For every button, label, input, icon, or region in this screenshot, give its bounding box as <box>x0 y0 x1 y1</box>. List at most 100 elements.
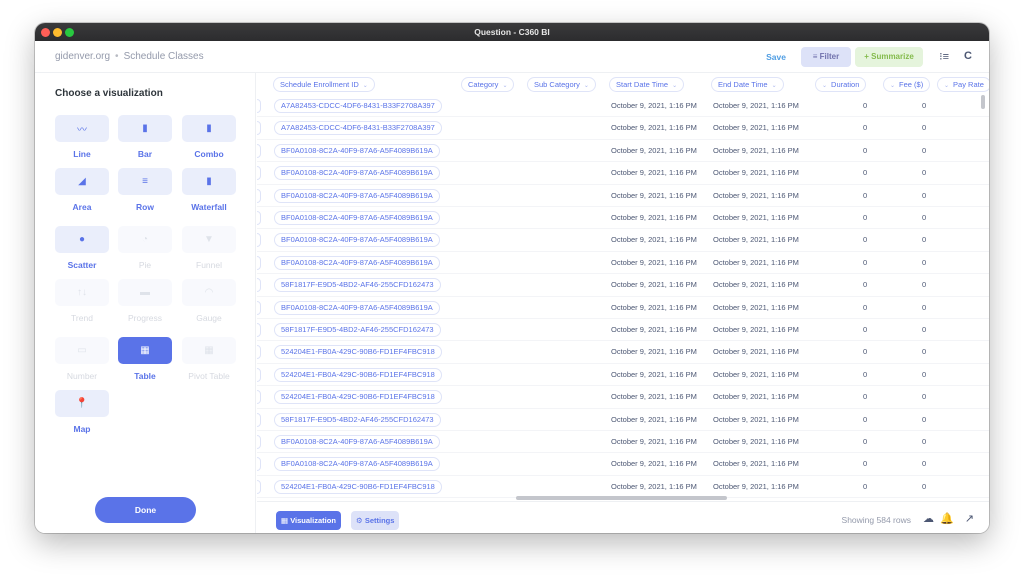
column-header-label: Duration <box>831 80 860 89</box>
viz-option-map[interactable]: 📍 Map <box>55 390 109 434</box>
viz-tile: ◔ <box>118 226 172 253</box>
enrollment-id-cell[interactable]: A7A82453-CDCC-4DF6-8431-B33F2708A397 <box>274 121 442 136</box>
enrollment-id-cell[interactable]: 58F1817F-E9D5-4BD2-AF46-255CFD162473 <box>274 323 441 337</box>
row-object-detail-handle[interactable] <box>257 211 261 225</box>
column-header-schedule-enrollment-id[interactable]: Schedule Enrollment ID ⌄ <box>273 77 375 92</box>
table-row[interactable]: BF0A0108-8C2A-40F9-87A6-A5F4089B619A Octo… <box>257 162 989 185</box>
filter-button[interactable]: ≡ Filter <box>801 47 851 67</box>
row-object-detail-handle[interactable] <box>257 278 261 293</box>
close-window-button[interactable] <box>41 27 50 37</box>
table-row[interactable]: BF0A0108-8C2A-40F9-87A6-A5F4089B619A Octo… <box>257 140 989 163</box>
table-row[interactable]: BF0A0108-8C2A-40F9-87A6-A5F4089B619A Octo… <box>257 229 989 252</box>
breadcrumb-database[interactable]: gidenver.org <box>55 51 110 62</box>
enrollment-id-cell[interactable]: BF0A0108-8C2A-40F9-87A6-A5F4089B619A <box>274 457 440 472</box>
enrollment-id-cell[interactable]: 524204E1-FB0A-429C-90B6-FD1EF4FBC918 <box>274 479 442 494</box>
enrollment-id-cell[interactable]: 524204E1-FB0A-429C-90B6-FD1EF4FBC918 <box>274 390 442 405</box>
row-object-detail-handle[interactable] <box>257 233 261 248</box>
enrollment-id-cell[interactable]: 524204E1-FB0A-429C-90B6-FD1EF4FBC918 <box>274 367 442 382</box>
notebook-editor-icon[interactable]: ⁝≡ <box>939 50 949 63</box>
row-object-detail-handle[interactable] <box>257 99 261 113</box>
viz-option-line[interactable]: 〰 Line <box>55 115 109 159</box>
column-header-fee[interactable]: ⌄ Fee ($) <box>883 77 931 92</box>
start-date-cell: October 9, 2021, 1:16 PM <box>611 459 697 469</box>
visualization-button[interactable]: ▦ Visualization <box>276 511 341 530</box>
enrollment-id-cell[interactable]: BF0A0108-8C2A-40F9-87A6-A5F4089B619A <box>274 233 440 248</box>
enrollment-id-cell[interactable]: BF0A0108-8C2A-40F9-87A6-A5F4089B619A <box>274 300 440 315</box>
row-object-detail-handle[interactable] <box>257 121 261 136</box>
enrollment-id-cell[interactable]: BF0A0108-8C2A-40F9-87A6-A5F4089B619A <box>274 435 440 449</box>
enrollment-id-cell[interactable]: BF0A0108-8C2A-40F9-87A6-A5F4089B619A <box>274 188 440 203</box>
row-object-detail-handle[interactable] <box>257 255 261 270</box>
row-object-detail-handle[interactable] <box>257 435 261 449</box>
enrollment-id-cell[interactable]: 58F1817F-E9D5-4BD2-AF46-255CFD162473 <box>274 278 441 293</box>
row-object-detail-handle[interactable] <box>257 390 261 405</box>
column-header-label: Sub Category <box>534 80 580 89</box>
table-row[interactable]: A7A82453-CDCC-4DF6-8431-B33F2708A397 Octo… <box>257 117 989 140</box>
viz-option-area[interactable]: ◢ Area <box>55 168 109 212</box>
waterfall-chart-icon: ▮ <box>206 176 212 187</box>
row-object-detail-handle[interactable] <box>257 367 261 382</box>
map-chart-icon: 📍 <box>75 398 89 409</box>
enrollment-id-cell[interactable]: 524204E1-FB0A-429C-90B6-FD1EF4FBC918 <box>274 345 442 360</box>
viz-option-row[interactable]: ≡ Row <box>118 168 172 212</box>
table-row[interactable]: A7A82453-CDCC-4DF6-8431-B33F2708A397 Octo… <box>257 95 989 118</box>
enrollment-id-cell[interactable]: BF0A0108-8C2A-40F9-87A6-A5F4089B619A <box>274 255 440 270</box>
viz-option-combo[interactable]: ▮ Combo <box>182 115 236 159</box>
table-row[interactable]: 58F1817F-E9D5-4BD2-AF46-255CFD162473 Octo… <box>257 274 989 297</box>
table-row[interactable]: 58F1817F-E9D5-4BD2-AF46-255CFD162473 Octo… <box>257 409 989 431</box>
vertical-scrollbar[interactable] <box>981 95 985 109</box>
row-object-detail-handle[interactable] <box>257 188 261 203</box>
expand-icon[interactable]: ↗ <box>965 512 974 525</box>
breadcrumb-table[interactable]: Schedule Classes <box>124 51 204 62</box>
table-row[interactable]: BF0A0108-8C2A-40F9-87A6-A5F4089B619A Octo… <box>257 297 989 319</box>
bell-icon[interactable]: 🔔 <box>940 512 954 525</box>
table-row[interactable]: BF0A0108-8C2A-40F9-87A6-A5F4089B619A Octo… <box>257 207 989 230</box>
column-header-sub-category[interactable]: Sub Category ⌄ <box>527 77 596 92</box>
save-button[interactable]: Save <box>766 52 786 62</box>
column-header-start-date-time[interactable]: Start Date Time ⌄ <box>609 77 685 92</box>
table-row[interactable]: BF0A0108-8C2A-40F9-87A6-A5F4089B619A Octo… <box>257 431 989 454</box>
duration-cell: 0 <box>863 414 868 424</box>
column-header-category[interactable]: Category ⌄ <box>461 77 515 92</box>
row-object-detail-handle[interactable] <box>257 166 261 181</box>
column-header-pay-rate[interactable]: ⌄ Pay Rate <box>937 77 989 92</box>
horizontal-scrollbar[interactable] <box>516 496 727 500</box>
enrollment-id-cell[interactable]: 58F1817F-E9D5-4BD2-AF46-255CFD162473 <box>274 412 441 427</box>
row-object-detail-handle[interactable] <box>257 412 261 427</box>
table-row[interactable]: 524204E1-FB0A-429C-90B6-FD1EF4FBC918 Octo… <box>257 341 989 364</box>
summarize-button[interactable]: + Summarize <box>855 47 923 67</box>
enrollment-id-cell[interactable]: A7A82453-CDCC-4DF6-8431-B33F2708A397 <box>274 99 442 113</box>
done-button[interactable]: Done <box>95 497 196 523</box>
settings-button[interactable]: ⚙ Settings <box>351 511 400 530</box>
enrollment-id-cell[interactable]: BF0A0108-8C2A-40F9-87A6-A5F4089B619A <box>274 211 440 225</box>
fee-cell: 0 <box>922 235 927 245</box>
viz-option-bar[interactable]: ▮ Bar <box>118 115 172 159</box>
viz-option-waterfall[interactable]: ▮ Waterfall <box>182 168 236 212</box>
duration-cell: 0 <box>863 190 868 200</box>
table-row[interactable]: BF0A0108-8C2A-40F9-87A6-A5F4089B619A Octo… <box>257 453 989 476</box>
table-row[interactable]: 524204E1-FB0A-429C-90B6-FD1EF4FBC918 Octo… <box>257 476 989 499</box>
table-row[interactable]: BF0A0108-8C2A-40F9-87A6-A5F4089B619A Octo… <box>257 185 989 207</box>
column-header-label: Start Date Time <box>616 80 669 89</box>
row-object-detail-handle[interactable] <box>257 323 261 337</box>
download-icon[interactable]: ☁ <box>923 512 934 525</box>
start-date-cell: October 9, 2021, 1:16 PM <box>611 392 697 402</box>
row-object-detail-handle[interactable] <box>257 143 261 158</box>
row-object-detail-handle[interactable] <box>257 457 261 472</box>
enrollment-id-cell[interactable]: BF0A0108-8C2A-40F9-87A6-A5F4089B619A <box>274 166 440 181</box>
table-row[interactable]: 58F1817F-E9D5-4BD2-AF46-255CFD162473 Octo… <box>257 319 989 342</box>
column-header-end-date-time[interactable]: End Date Time ⌄ <box>711 77 784 92</box>
table-row[interactable]: 524204E1-FB0A-429C-90B6-FD1EF4FBC918 Octo… <box>257 386 989 409</box>
row-object-detail-handle[interactable] <box>257 300 261 315</box>
enrollment-id-cell[interactable]: BF0A0108-8C2A-40F9-87A6-A5F4089B619A <box>274 143 440 158</box>
table-row[interactable]: BF0A0108-8C2A-40F9-87A6-A5F4089B619A Octo… <box>257 252 989 275</box>
column-header-duration[interactable]: ⌄ Duration <box>815 77 867 92</box>
minimize-window-button[interactable] <box>53 27 62 37</box>
row-object-detail-handle[interactable] <box>257 345 261 360</box>
table-row[interactable]: 524204E1-FB0A-429C-90B6-FD1EF4FBC918 Octo… <box>257 364 989 387</box>
zoom-window-button[interactable] <box>65 27 74 37</box>
viz-option-scatter[interactable]: ● Scatter <box>55 226 109 270</box>
row-object-detail-handle[interactable] <box>257 479 261 494</box>
refresh-icon[interactable]: C <box>964 50 972 62</box>
viz-option-table[interactable]: ▦ Table <box>118 337 172 381</box>
